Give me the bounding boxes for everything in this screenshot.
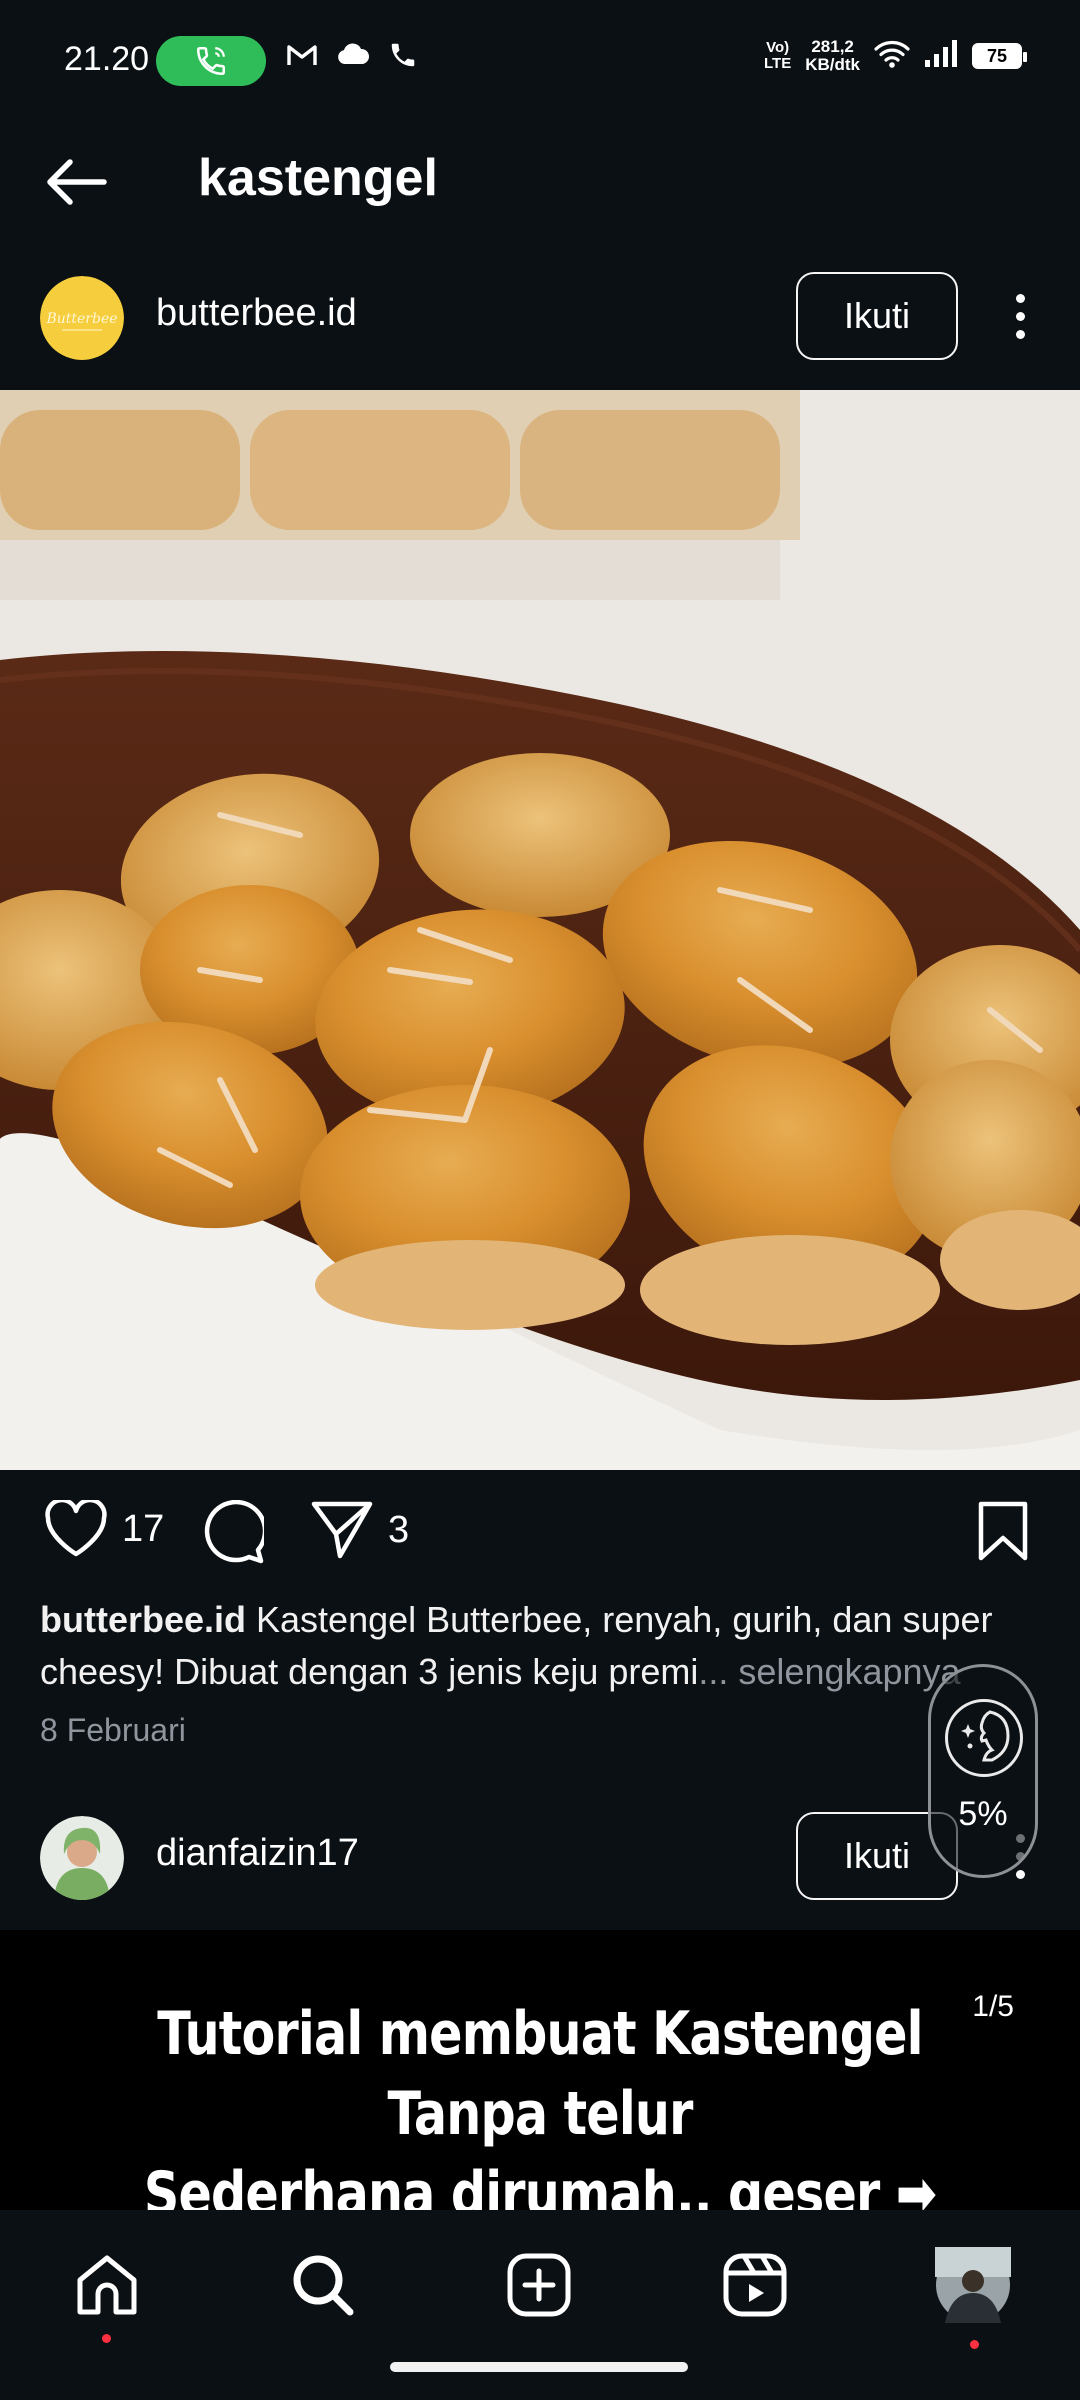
profile-avatar <box>935 2247 1011 2323</box>
cloud-icon <box>336 43 370 72</box>
back-button[interactable] <box>40 146 112 218</box>
nav-search[interactable] <box>278 2240 368 2330</box>
like-button[interactable]: 17 <box>44 1500 164 1558</box>
phone-icon <box>388 40 418 75</box>
image-text-line-1: Tutorial membuat Kastengel Tanpa telur <box>157 1999 923 2149</box>
call-active-icon[interactable] <box>156 36 266 86</box>
system-icons: Vo) LTE 281,2 KB/dtk 75 <box>764 38 1027 74</box>
carousel-counter: 1/5 <box>972 1990 1014 2023</box>
share-button[interactable]: 3 <box>310 1500 409 1560</box>
screen: 21.20 Vo) LTE 281,2 KB/dtk 75 kastengel … <box>0 0 1080 2400</box>
create-icon <box>507 2253 571 2317</box>
caption-more-link[interactable]: ... selengkapnya <box>698 1651 960 1692</box>
send-icon <box>311 1501 373 1559</box>
image-text-line-2: Sederhana dirumah.. geser ➡ <box>143 2159 937 2210</box>
battery-icon: 75 <box>972 43 1027 69</box>
comment-button[interactable] <box>198 1500 264 1564</box>
next-post-image[interactable]: Tutorial membuat Kastengel Tanpa telur S… <box>0 1930 1080 2210</box>
network-speed: 281,2 KB/dtk <box>805 38 860 74</box>
page-title: kastengel <box>198 149 438 207</box>
nav-profile[interactable] <box>928 2240 1018 2349</box>
post-caption[interactable]: butterbee.id Kastengel Butterbee, renyah… <box>40 1594 1040 1698</box>
status-time: 21.20 <box>64 40 150 78</box>
notification-icons <box>286 40 418 75</box>
post-image[interactable] <box>0 390 1080 1470</box>
next-post-image-text: Tutorial membuat Kastengel Tanpa telur S… <box>97 1994 983 2210</box>
arrow-left-icon <box>47 159 107 205</box>
post-username[interactable]: dianfaizin17 <box>156 1832 359 1875</box>
network-speed-value: 281,2 <box>811 37 854 56</box>
network-speed-unit: KB/dtk <box>805 55 860 74</box>
wifi-icon <box>874 39 910 74</box>
reels-icon <box>723 2253 787 2317</box>
search-icon <box>293 2255 354 2316</box>
widget-percent: 5% <box>958 1795 1008 1833</box>
face-sparkle-icon <box>945 1699 1023 1777</box>
like-count[interactable]: 17 <box>122 1508 164 1551</box>
follow-button[interactable]: Ikuti <box>796 272 958 360</box>
caption-username[interactable]: butterbee.id <box>40 1599 246 1640</box>
post-actions: 17 3 <box>0 1470 1080 1600</box>
svg-text:Butterbee: Butterbee <box>45 311 117 327</box>
nav-create[interactable] <box>494 2240 584 2330</box>
avatar[interactable]: Butterbee <box>40 276 124 360</box>
post-date: 8 Februari <box>40 1712 186 1748</box>
more-options-icon[interactable] <box>1000 284 1040 348</box>
home-icon <box>77 2255 137 2315</box>
signal-icon <box>924 39 958 73</box>
home-indicator[interactable] <box>390 2362 688 2372</box>
notification-dot <box>102 2334 111 2343</box>
save-button[interactable] <box>976 1500 1030 1562</box>
comment-icon <box>204 1500 264 1564</box>
heart-icon <box>45 1500 107 1557</box>
floating-assistant-widget[interactable]: 5% <box>928 1664 1038 1878</box>
top-header: kastengel <box>0 120 1080 240</box>
avatar[interactable] <box>40 1816 124 1900</box>
bookmark-icon <box>978 1501 1028 1561</box>
nav-reels[interactable] <box>710 2240 800 2330</box>
next-post-header: dianfaizin17 Ikuti <box>0 1794 1080 1924</box>
nav-home[interactable] <box>62 2240 152 2343</box>
status-bar: 21.20 Vo) LTE 281,2 KB/dtk 75 <box>0 0 1080 120</box>
gmail-icon <box>286 42 318 73</box>
volte-indicator: Vo) LTE <box>764 39 792 72</box>
share-count: 3 <box>388 1508 410 1551</box>
post-header: Butterbee butterbee.id Ikuti <box>0 254 1080 384</box>
post-username[interactable]: butterbee.id <box>156 292 357 335</box>
notification-dot <box>970 2340 979 2349</box>
